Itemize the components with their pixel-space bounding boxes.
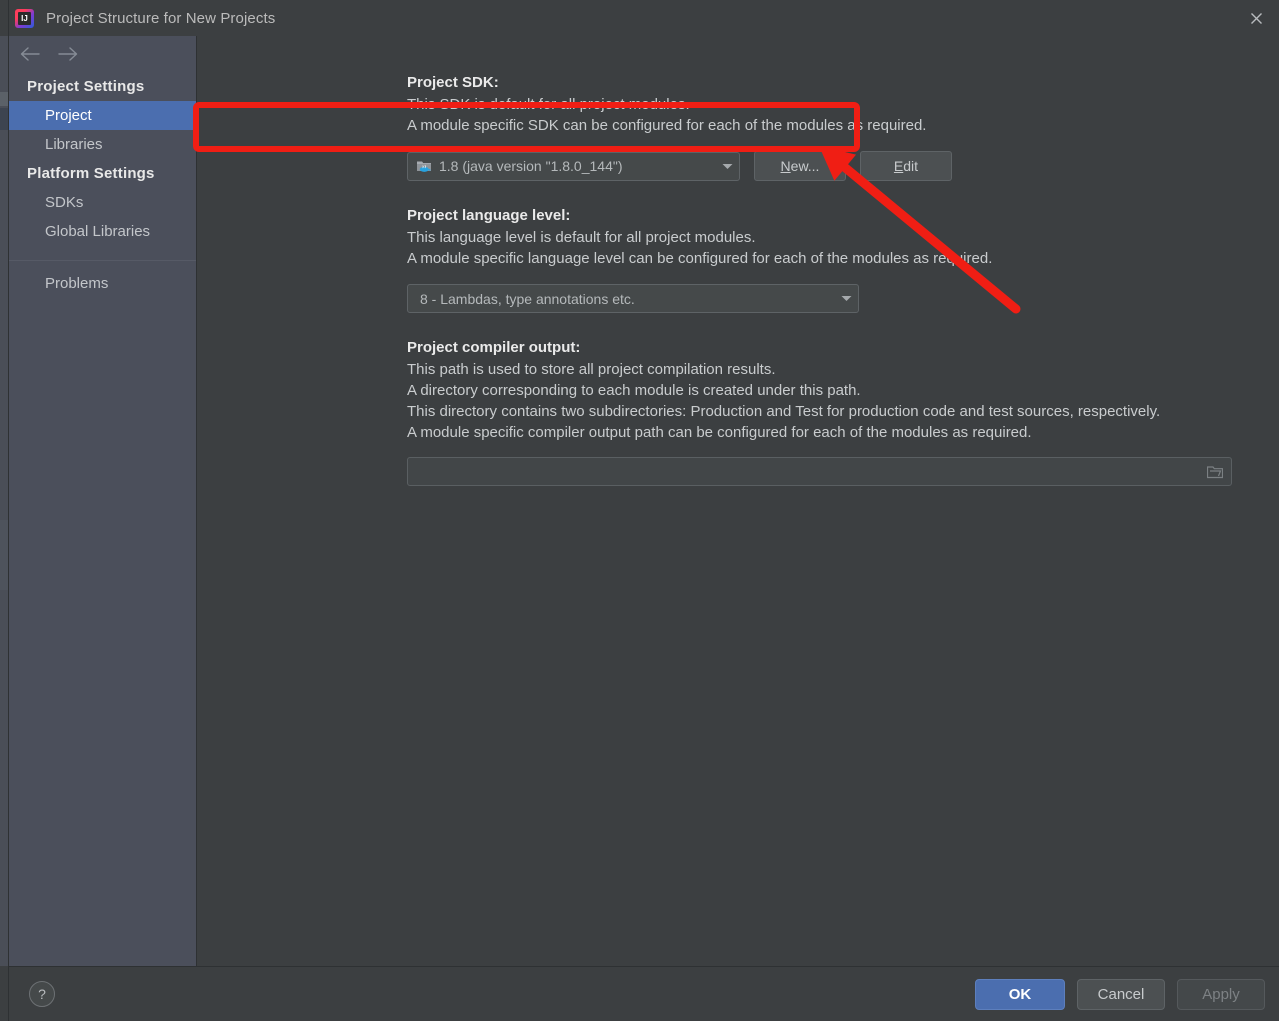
cancel-button[interactable]: Cancel [1077,978,1165,1010]
project-compiler-output-description-line-3: This directory contains two subdirectori… [407,403,1161,420]
project-structure-dialog: IJ Project Structure for New Projects Pr… [8,0,1279,1021]
java-sdk-icon [416,158,432,174]
project-settings-panel: Project SDK: This SDK is default for all… [197,36,1279,966]
new-sdk-button[interactable]: New... [754,151,846,181]
project-sdk-description-line-2: A module specific SDK can be configured … [407,117,927,134]
dialog-body: Project Settings Project Libraries Platf… [9,36,1279,966]
sidebar-item-global-libraries[interactable]: Global Libraries [9,217,196,246]
project-sdk-title: Project SDK: [407,74,499,91]
project-language-level-description-line-1: This language level is default for all p… [407,229,756,246]
project-sdk-description-line-1: This SDK is default for all project modu… [407,96,690,113]
sidebar-group-platform-settings: Platform Settings [27,165,155,182]
settings-sidebar: Project Settings Project Libraries Platf… [9,36,197,966]
dialog-footer: ? OK Cancel Apply [9,966,1279,1021]
project-compiler-output-path-field[interactable] [407,457,1232,486]
help-button[interactable]: ? [29,981,55,1007]
forward-arrow-icon[interactable] [57,44,79,64]
edit-sdk-button[interactable]: Edit [860,151,952,181]
project-language-level-description-line-2: A module specific language level can be … [407,250,993,267]
dialog-title-bar: IJ Project Structure for New Projects [9,0,1279,36]
project-compiler-output-description-line-1: This path is used to store all project c… [407,361,776,378]
sidebar-item-libraries[interactable]: Libraries [9,130,196,159]
apply-button[interactable]: Apply [1177,978,1265,1010]
back-arrow-icon[interactable] [19,44,41,64]
help-icon: ? [38,986,46,1002]
project-compiler-output-title: Project compiler output: [407,339,581,356]
chevron-down-icon[interactable] [834,295,858,302]
sidebar-item-problems[interactable]: Problems [9,269,196,298]
dialog-title: Project Structure for New Projects [46,9,276,27]
sidebar-item-project[interactable]: Project [9,101,196,130]
sidebar-item-sdks[interactable]: SDKs [9,188,196,217]
new-sdk-button-label: New... [780,158,820,174]
folder-icon[interactable] [1206,465,1224,479]
sidebar-divider [9,260,196,261]
close-icon[interactable] [1233,0,1279,36]
sidebar-group-project-settings: Project Settings [27,78,145,95]
project-sdk-value: 1.8 (java version "1.8.0_144") [439,158,623,174]
project-language-level-row: 8 - Lambdas, type annotations etc. [407,284,1279,313]
sidebar-navigation [9,36,196,72]
project-language-level-value: 8 - Lambdas, type annotations etc. [420,290,635,307]
background-window-sliver [0,0,8,1021]
project-language-level-title: Project language level: [407,207,571,224]
project-compiler-output-description-line-4: A module specific compiler output path c… [407,424,1032,441]
project-sdk-select[interactable]: 1.8 (java version "1.8.0_144") [407,151,740,181]
chevron-down-icon[interactable] [715,163,739,170]
project-language-level-select[interactable]: 8 - Lambdas, type annotations etc. [407,284,859,313]
intellij-idea-icon: IJ [15,8,34,28]
project-compiler-output-description-line-2: A directory corresponding to each module… [407,382,861,399]
edit-sdk-button-label: Edit [893,158,919,174]
ok-button[interactable]: OK [975,978,1065,1010]
project-sdk-row: 1.8 (java version "1.8.0_144") New... Ed… [407,151,1279,181]
